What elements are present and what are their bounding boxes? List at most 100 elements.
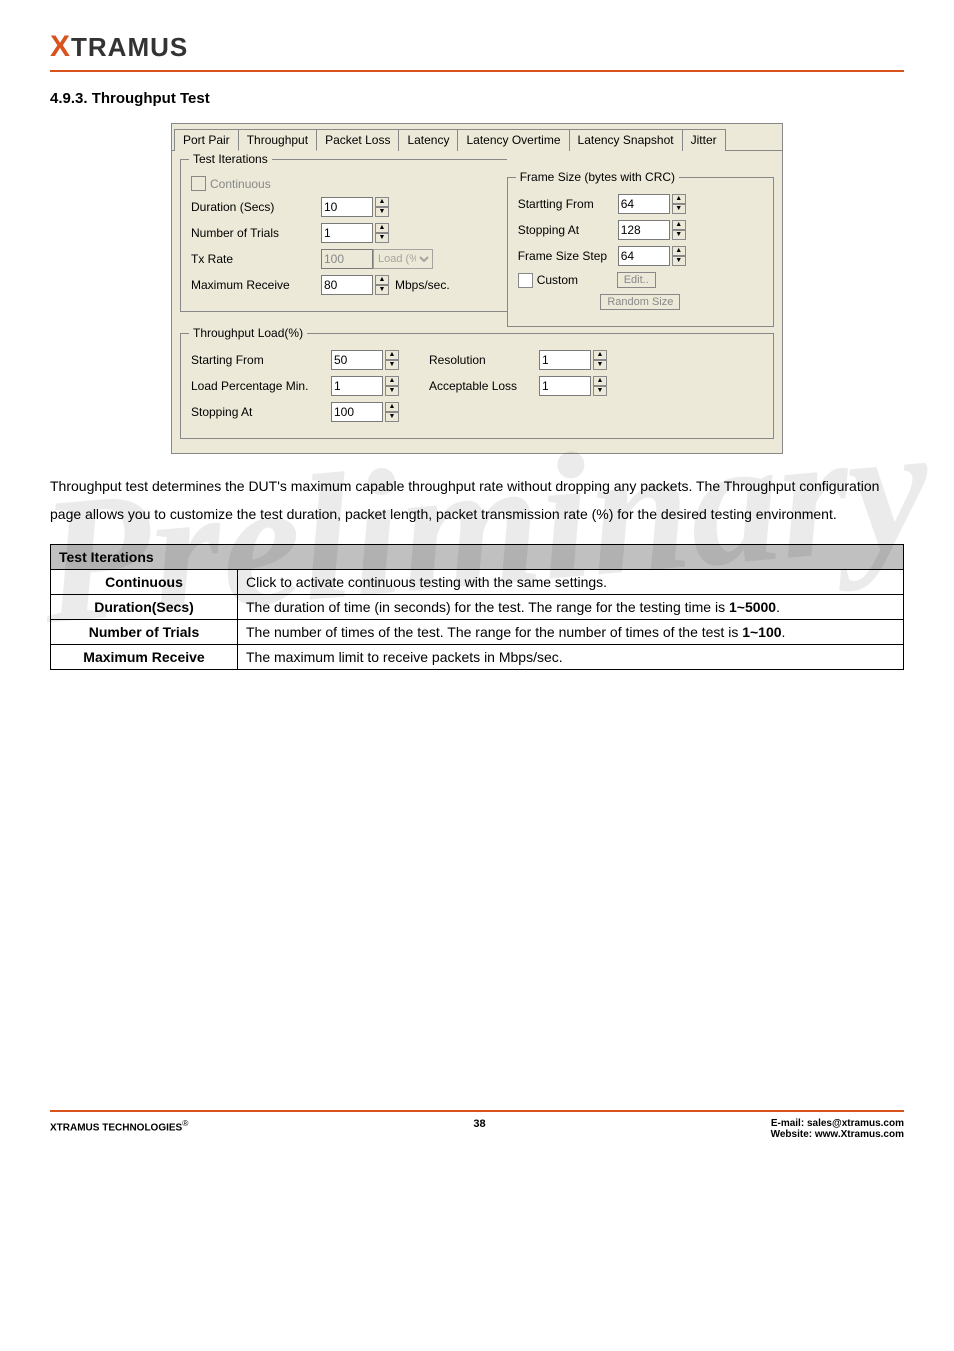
spin-up-icon[interactable]: ▲ bbox=[672, 220, 686, 230]
header: XTRAMUS bbox=[50, 30, 904, 72]
continuous-checkbox[interactable] bbox=[191, 176, 206, 191]
txrate-spinner bbox=[321, 249, 373, 269]
footer-right: E-mail: sales@xtramus.com Website: www.X… bbox=[771, 1118, 904, 1140]
spin-down-icon[interactable]: ▼ bbox=[385, 360, 399, 370]
maxrecv-input[interactable] bbox=[321, 275, 373, 295]
tab-latency-snapshot[interactable]: Latency Snapshot bbox=[569, 129, 683, 151]
spin-down-icon[interactable]: ▼ bbox=[672, 230, 686, 240]
tl-min-spinner[interactable]: ▲▼ bbox=[331, 376, 399, 396]
trials-label: Number of Trials bbox=[191, 226, 321, 240]
custom-label: Custom bbox=[537, 273, 617, 287]
fs-stop-label: Stopping At bbox=[518, 223, 618, 237]
fs-start-spinner[interactable]: ▲▼ bbox=[618, 194, 686, 214]
spin-up-icon[interactable]: ▲ bbox=[593, 350, 607, 360]
tl-loss-input[interactable] bbox=[539, 376, 591, 396]
tl-stop-label: Stopping At bbox=[191, 405, 331, 419]
row-label: Number of Trials bbox=[51, 620, 238, 645]
tab-port-pair[interactable]: Port Pair bbox=[174, 129, 239, 151]
fs-step-label: Frame Size Step bbox=[518, 249, 618, 263]
group-test-iterations: Test Iterations Continuous Duration (Sec… bbox=[180, 159, 507, 312]
fs-start-input[interactable] bbox=[618, 194, 670, 214]
txrate-input bbox=[321, 249, 373, 269]
spin-down-icon[interactable]: ▼ bbox=[375, 207, 389, 217]
logo: XTRAMUS bbox=[50, 32, 188, 62]
row-desc: Click to activate continuous testing wit… bbox=[238, 570, 904, 595]
maxrecv-unit: Mbps/sec. bbox=[395, 278, 450, 292]
spin-up-icon[interactable]: ▲ bbox=[672, 246, 686, 256]
trials-input[interactable] bbox=[321, 223, 373, 243]
tl-stop-input[interactable] bbox=[331, 402, 383, 422]
maxrecv-spinner[interactable]: ▲▼ bbox=[321, 275, 389, 295]
tab-strip: Port Pair Throughput Packet Loss Latency… bbox=[172, 124, 782, 150]
row-label: Continuous bbox=[51, 570, 238, 595]
legend-test-iterations: Test Iterations bbox=[189, 152, 272, 166]
table-row: Number of Trials The number of times of … bbox=[51, 620, 904, 645]
tab-latency[interactable]: Latency bbox=[398, 129, 458, 151]
throughput-dialog: Port Pair Throughput Packet Loss Latency… bbox=[171, 123, 783, 454]
row-desc: The duration of time (in seconds) for th… bbox=[238, 595, 904, 620]
legend-frame-size: Frame Size (bytes with CRC) bbox=[516, 170, 679, 184]
info-table: Test Iterations Continuous Click to acti… bbox=[50, 544, 904, 670]
fs-start-label: Startting From bbox=[518, 197, 618, 211]
tab-latency-overtime[interactable]: Latency Overtime bbox=[457, 129, 569, 151]
section-title: 4.9.3. Throughput Test bbox=[50, 90, 904, 107]
table-header: Test Iterations bbox=[51, 545, 904, 570]
spin-down-icon[interactable]: ▼ bbox=[375, 285, 389, 295]
spin-down-icon[interactable]: ▼ bbox=[593, 360, 607, 370]
tl-start-spinner[interactable]: ▲▼ bbox=[331, 350, 399, 370]
duration-label: Duration (Secs) bbox=[191, 200, 321, 214]
spin-down-icon[interactable]: ▼ bbox=[385, 412, 399, 422]
row-label: Maximum Receive bbox=[51, 645, 238, 670]
tl-res-label: Resolution bbox=[429, 353, 539, 367]
duration-spinner[interactable]: ▲▼ bbox=[321, 197, 389, 217]
spin-down-icon[interactable]: ▼ bbox=[385, 386, 399, 396]
custom-checkbox[interactable] bbox=[518, 273, 533, 288]
tl-min-label: Load Percentage Min. bbox=[191, 379, 331, 393]
row-desc: The number of times of the test. The ran… bbox=[238, 620, 904, 645]
tl-res-input[interactable] bbox=[539, 350, 591, 370]
spin-down-icon[interactable]: ▼ bbox=[375, 233, 389, 243]
edit-button: Edit.. bbox=[617, 272, 656, 288]
tl-start-label: Starting From bbox=[191, 353, 331, 367]
description-text: Throughput test determines the DUT's max… bbox=[50, 472, 904, 528]
table-row: Maximum Receive The maximum limit to rec… bbox=[51, 645, 904, 670]
spin-up-icon[interactable]: ▲ bbox=[672, 194, 686, 204]
tl-stop-spinner[interactable]: ▲▼ bbox=[331, 402, 399, 422]
fs-stop-input[interactable] bbox=[618, 220, 670, 240]
spin-up-icon[interactable]: ▲ bbox=[385, 402, 399, 412]
maxrecv-label: Maximum Receive bbox=[191, 278, 321, 292]
fs-step-spinner[interactable]: ▲▼ bbox=[618, 246, 686, 266]
spin-down-icon[interactable]: ▼ bbox=[672, 204, 686, 214]
logo-rest: TRAMUS bbox=[71, 32, 188, 62]
spin-up-icon[interactable]: ▲ bbox=[593, 376, 607, 386]
tl-start-input[interactable] bbox=[331, 350, 383, 370]
duration-input[interactable] bbox=[321, 197, 373, 217]
spin-up-icon[interactable]: ▲ bbox=[385, 376, 399, 386]
tl-min-input[interactable] bbox=[331, 376, 383, 396]
spin-down-icon[interactable]: ▼ bbox=[672, 256, 686, 266]
spin-up-icon[interactable]: ▲ bbox=[375, 223, 389, 233]
spin-down-icon[interactable]: ▼ bbox=[593, 386, 607, 396]
fs-stop-spinner[interactable]: ▲▼ bbox=[618, 220, 686, 240]
group-frame-size: Frame Size (bytes with CRC) Startting Fr… bbox=[507, 177, 774, 327]
table-row: Continuous Click to activate continuous … bbox=[51, 570, 904, 595]
tab-throughput[interactable]: Throughput bbox=[238, 129, 317, 151]
tl-res-spinner[interactable]: ▲▼ bbox=[539, 350, 607, 370]
tab-jitter[interactable]: Jitter bbox=[682, 129, 726, 151]
footer-page: 38 bbox=[473, 1118, 485, 1130]
legend-throughput-load: Throughput Load(%) bbox=[189, 326, 307, 340]
table-row: Duration(Secs) The duration of time (in … bbox=[51, 595, 904, 620]
trials-spinner[interactable]: ▲▼ bbox=[321, 223, 389, 243]
logo-x: X bbox=[50, 30, 71, 63]
fs-step-input[interactable] bbox=[618, 246, 670, 266]
tl-loss-spinner[interactable]: ▲▼ bbox=[539, 376, 607, 396]
row-label: Duration(Secs) bbox=[51, 595, 238, 620]
spin-up-icon[interactable]: ▲ bbox=[385, 350, 399, 360]
continuous-label: Continuous bbox=[210, 177, 271, 191]
tl-loss-label: Acceptable Loss bbox=[429, 379, 539, 393]
spin-up-icon[interactable]: ▲ bbox=[375, 275, 389, 285]
txrate-label: Tx Rate bbox=[191, 252, 321, 266]
txrate-unit-combo: Load (%) bbox=[373, 249, 433, 269]
spin-up-icon[interactable]: ▲ bbox=[375, 197, 389, 207]
tab-packet-loss[interactable]: Packet Loss bbox=[316, 129, 399, 151]
